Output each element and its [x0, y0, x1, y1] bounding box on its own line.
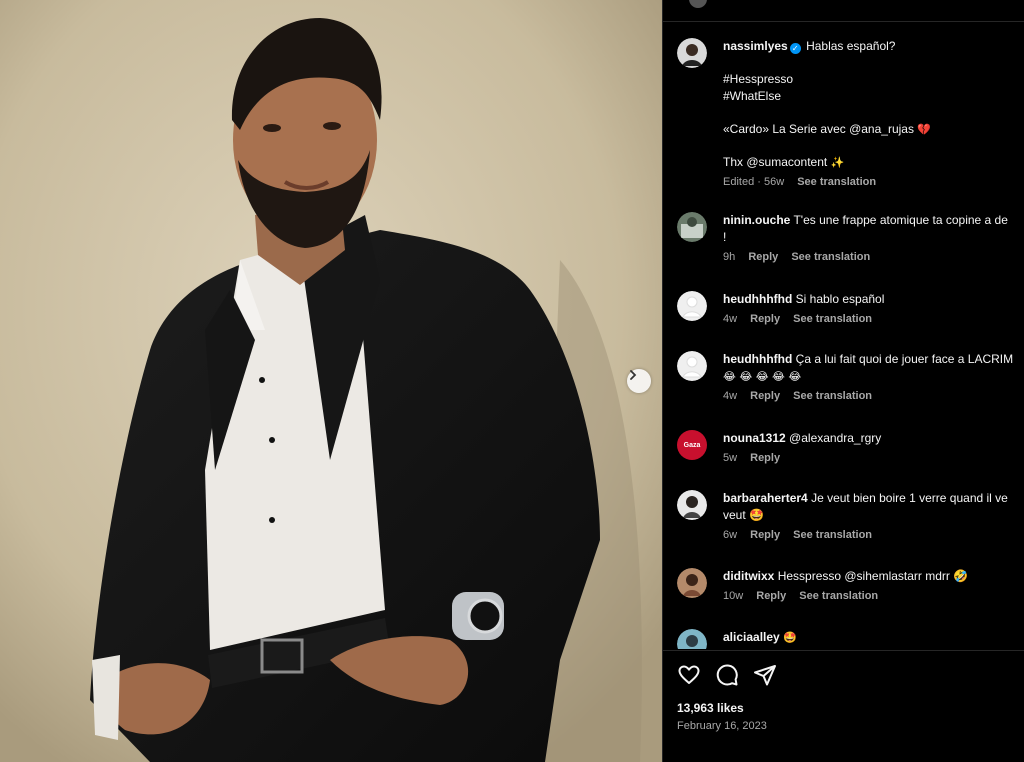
avatar[interactable]: [677, 212, 707, 242]
avatar[interactable]: Gaza: [677, 430, 707, 460]
comment-username[interactable]: aliciaalley: [723, 630, 780, 644]
comment-text[interactable]: @alexandra_rgry: [789, 431, 881, 445]
comment-time: 5w: [723, 452, 738, 464]
caption-hashtag-2[interactable]: #WhatElse: [723, 88, 1022, 105]
reply-button[interactable]: Reply: [750, 529, 780, 541]
next-photo-button[interactable]: [627, 369, 651, 393]
post-photo[interactable]: [0, 0, 662, 762]
likes-count[interactable]: 13,963 likes: [677, 701, 744, 715]
comment-username[interactable]: heudhhhfhd: [723, 292, 792, 306]
reply-button[interactable]: Reply: [750, 390, 780, 402]
reply-button[interactable]: Reply: [756, 590, 786, 602]
see-translation-button[interactable]: See translation: [799, 590, 878, 602]
comment-time: 6w: [723, 529, 738, 541]
see-translation-button[interactable]: See translation: [791, 251, 870, 263]
comment-text-continued: veut 🤩: [723, 508, 764, 522]
comment-text: T'es une frappe atomique ta copine a de: [793, 213, 1008, 227]
reply-button[interactable]: Reply: [748, 251, 778, 263]
comment-text: Je veut bien boire 1 verre quand il ve: [811, 491, 1008, 505]
comment-text: 🤩: [783, 631, 797, 644]
comment-text-continued: !: [723, 230, 727, 244]
post-header: [663, 0, 1024, 22]
comment-time: 10w: [723, 590, 744, 602]
avatar[interactable]: [677, 490, 707, 520]
comment-time: 9h: [723, 251, 736, 263]
comment-username[interactable]: barbaraherter4: [723, 491, 808, 505]
comment-time: 4w: [723, 390, 738, 402]
avatar-text: Gaza: [683, 441, 701, 449]
see-translation-button[interactable]: See translation: [797, 176, 876, 188]
share-icon[interactable]: [753, 663, 777, 687]
comment-text: Si hablo español: [795, 292, 885, 306]
comment-username[interactable]: nouna1312: [723, 431, 786, 445]
caption-line-5: Thx @sumacontent: [723, 155, 828, 169]
chevron-right-icon: [630, 370, 637, 380]
avatar[interactable]: [677, 629, 707, 649]
reply-button[interactable]: Reply: [750, 452, 780, 464]
comment-username[interactable]: ninin.ouche: [723, 213, 790, 227]
post-sidebar: nassimlyes ✓ Hablas español? #Hesspresso …: [662, 0, 1024, 762]
comment-text: Ça a lui fait quoi de jouer face a LACRI…: [795, 352, 1014, 366]
post-actions: 13,963 likes February 16, 2023: [663, 650, 1024, 762]
caption-hashtag-1[interactable]: #Hesspresso: [723, 71, 1022, 88]
avatar[interactable]: [677, 351, 707, 381]
photo-illustration: [0, 0, 662, 762]
caption-line-1: Hablas español?: [806, 39, 896, 53]
caption-line-4: «Cardo» La Serie avec @ana_rujas: [723, 122, 914, 136]
comments-list[interactable]: nassimlyes ✓ Hablas español? #Hesspresso …: [663, 22, 1024, 649]
reply-button[interactable]: Reply: [750, 313, 780, 325]
post-date: February 16, 2023: [677, 720, 767, 732]
comment-icon[interactable]: [715, 663, 739, 687]
comment-username[interactable]: diditwixx: [723, 569, 774, 583]
see-translation-button[interactable]: See translation: [793, 529, 872, 541]
comment-username[interactable]: heudhhhfhd: [723, 352, 792, 366]
avatar[interactable]: [677, 291, 707, 321]
comment-text: Hesspresso @sihemlastarr mdrr 🤣: [777, 569, 969, 583]
avatar[interactable]: [677, 568, 707, 598]
see-translation-button[interactable]: See translation: [793, 390, 872, 402]
sparkles-emoji: ✨: [830, 156, 845, 169]
caption-edited: Edited · 56w: [723, 176, 785, 188]
caption-username[interactable]: nassimlyes: [723, 39, 788, 53]
broken-heart-emoji: 💔: [917, 123, 932, 136]
comment-emojis: 😂 😂 😂 😂 😂: [723, 370, 802, 383]
comment-time: 4w: [723, 313, 738, 325]
verified-icon: ✓: [789, 43, 801, 54]
avatar[interactable]: [677, 38, 707, 68]
see-translation-button[interactable]: See translation: [793, 313, 872, 325]
heart-icon[interactable]: [677, 663, 701, 687]
header-avatar[interactable]: [689, 0, 707, 8]
